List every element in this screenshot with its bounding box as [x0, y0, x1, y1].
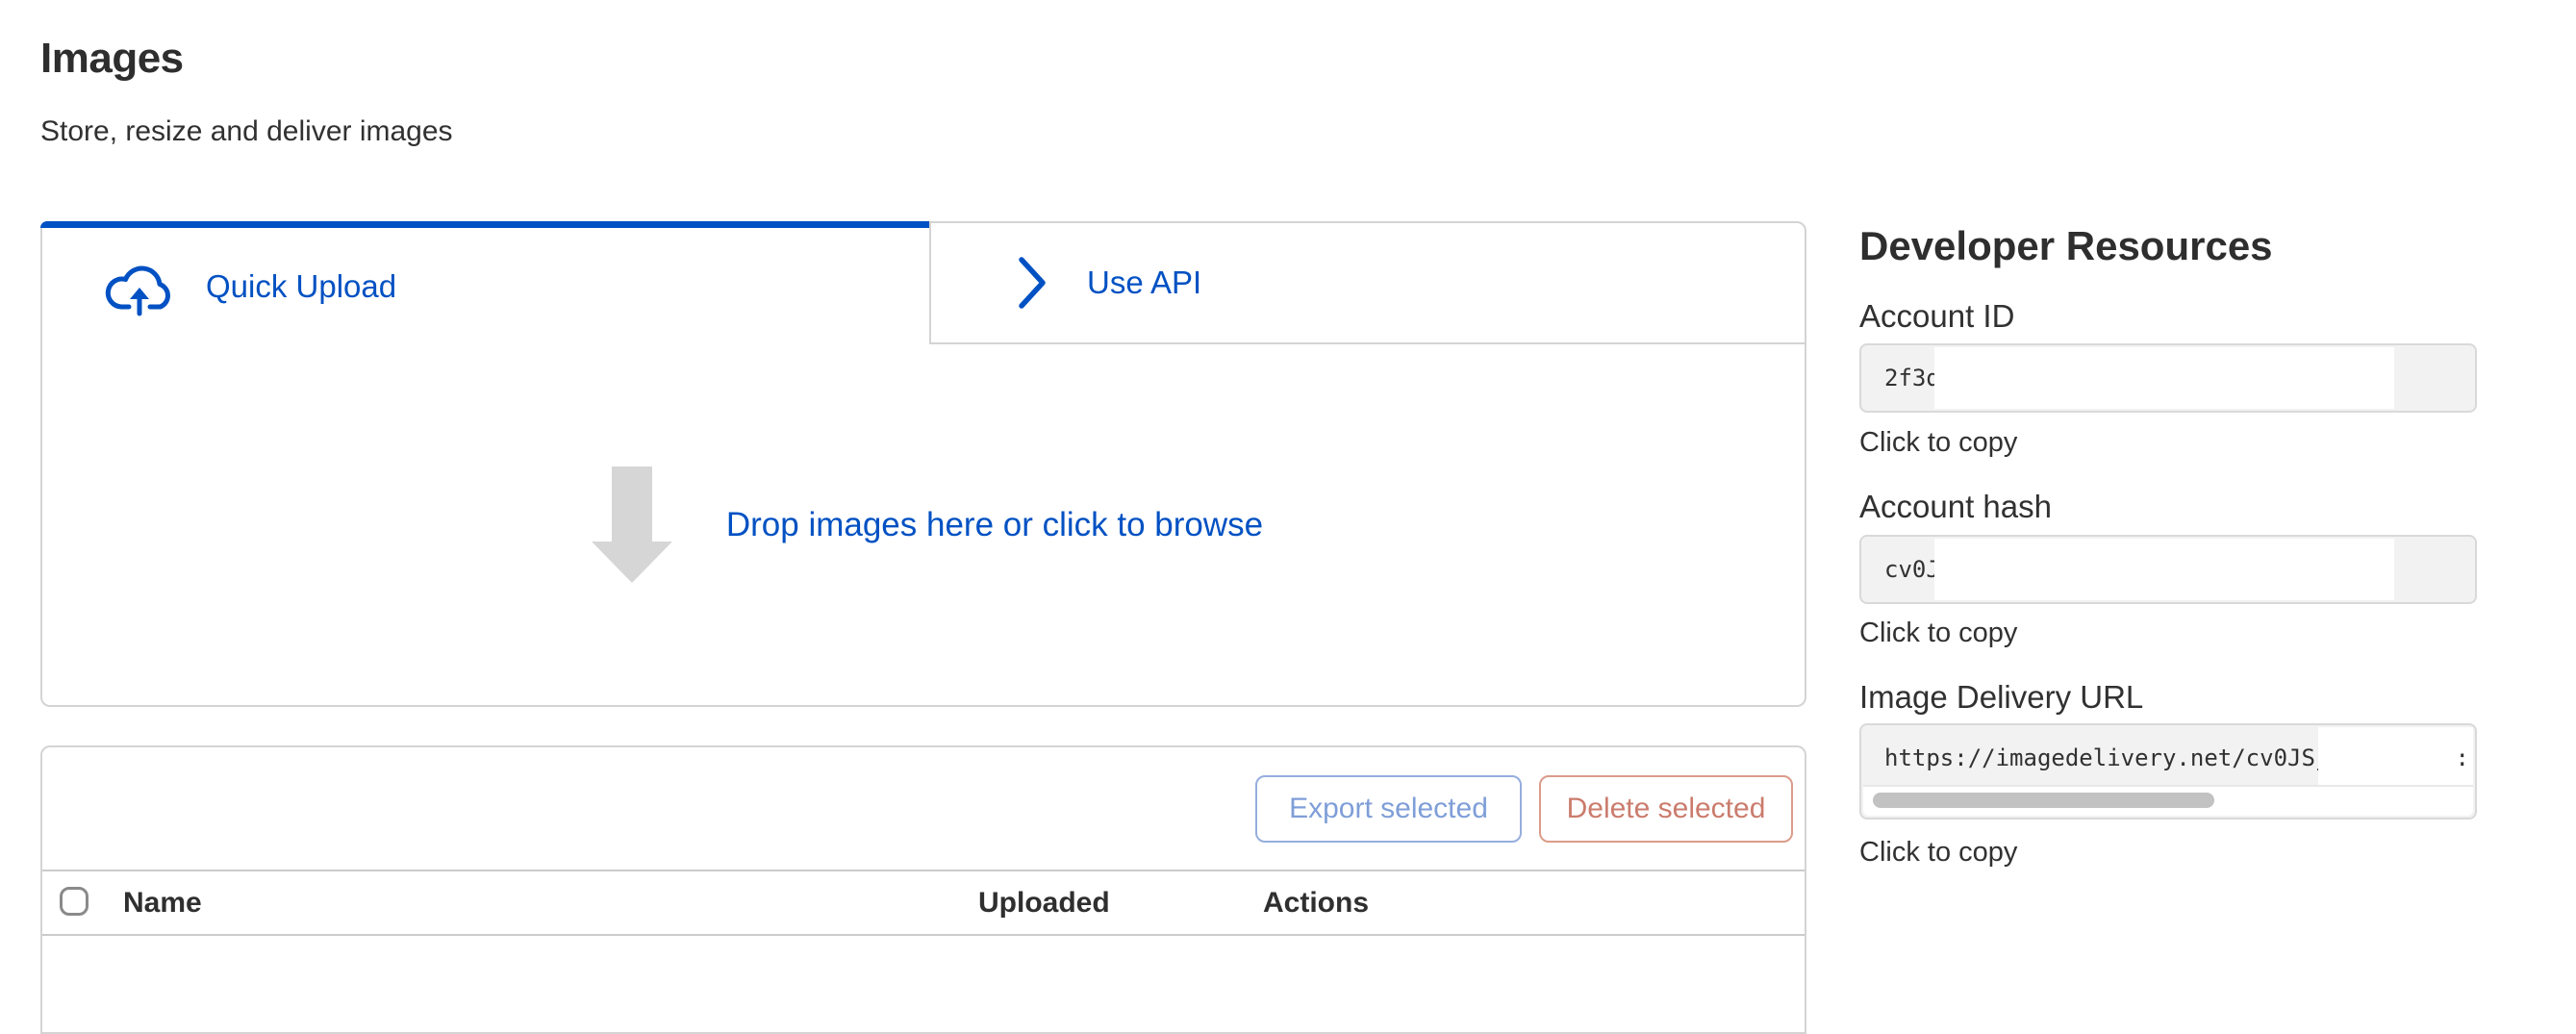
drop-arrow-icon [584, 467, 680, 584]
image-delivery-url-copy-hint[interactable]: Click to copy [1859, 837, 2017, 869]
dropzone-label: Drop images here or click to browse [726, 506, 1263, 544]
column-header-actions: Actions [1263, 871, 1369, 934]
select-all-checkbox[interactable] [60, 887, 88, 916]
developer-resources-panel: Developer Resources Account ID 2f3d Clic… [1859, 223, 2477, 896]
tab-use-api[interactable]: Use API [929, 221, 1806, 344]
cloud-upload-icon [100, 256, 179, 317]
page-subtitle: Store, resize and deliver images [40, 115, 453, 148]
tab-quick-upload[interactable]: Quick Upload [40, 228, 929, 344]
image-delivery-url-tail: : [2456, 744, 2469, 771]
list-toolbar: Export selected Delete selected [42, 747, 1805, 871]
export-selected-button[interactable]: Export selected [1255, 775, 1522, 843]
account-hash-label: Account hash [1859, 489, 2052, 525]
active-tab-indicator [40, 221, 929, 228]
image-delivery-url-value: https://imagedelivery.net/cv0JSj [1884, 725, 2329, 791]
account-hash-field[interactable]: cv0J [1859, 535, 2477, 604]
chevron-right-icon [1018, 255, 1047, 311]
redaction-overlay [1934, 539, 2394, 600]
account-id-value: 2f3d [1884, 345, 1940, 411]
tab-use-api-label: Use API [1087, 265, 1201, 301]
account-id-label: Account ID [1859, 298, 2014, 335]
redaction-overlay [2318, 727, 2473, 789]
account-id-copy-hint[interactable]: Click to copy [1859, 427, 2017, 459]
account-hash-copy-hint[interactable]: Click to copy [1859, 618, 2017, 649]
table-header-row: Name Uploaded Actions [42, 871, 1805, 936]
image-delivery-url-field[interactable]: https://imagedelivery.net/cv0JSj : [1859, 723, 2477, 820]
horizontal-scrollbar-track[interactable] [1863, 785, 2473, 816]
delete-selected-button[interactable]: Delete selected [1539, 775, 1793, 843]
column-header-uploaded: Uploaded [978, 871, 1110, 934]
account-id-field[interactable]: 2f3d [1859, 343, 2477, 413]
image-delivery-url-label: Image Delivery URL [1859, 679, 2143, 716]
page-title: Images [40, 35, 184, 83]
image-dropzone[interactable]: Drop images here or click to browse [40, 344, 1806, 707]
horizontal-scrollbar-thumb[interactable] [1873, 793, 2214, 808]
redaction-overlay [1934, 347, 2394, 409]
column-header-name: Name [123, 871, 202, 934]
tab-quick-upload-label: Quick Upload [206, 268, 396, 305]
account-hash-value: cv0J [1884, 537, 1940, 602]
developer-resources-heading: Developer Resources [1859, 223, 2273, 269]
image-list-panel: Export selected Delete selected Name Upl… [40, 745, 1806, 1034]
